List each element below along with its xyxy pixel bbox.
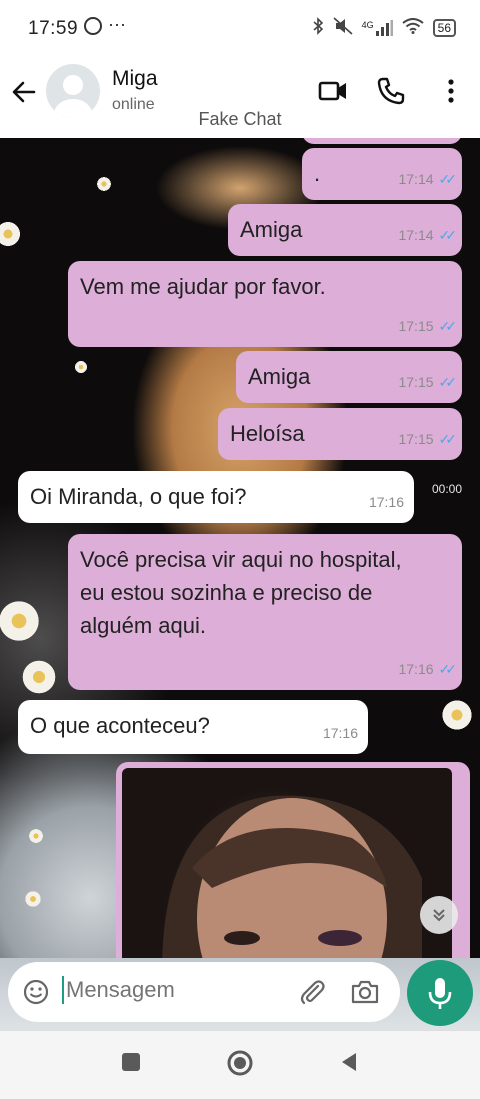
battery-icon: 56: [432, 18, 456, 37]
wallpaper-flower: [0, 220, 22, 248]
read-ticks-icon: ✓✓: [438, 661, 458, 677]
emoji-icon[interactable]: [22, 978, 50, 1006]
back-arrow-icon[interactable]: [10, 78, 38, 106]
wallpaper-flower: [0, 598, 42, 644]
message-meta: 17:16: [323, 717, 358, 750]
wallpaper-flower: [96, 176, 112, 192]
message-time: 17:15: [398, 431, 434, 447]
message-bubble-incoming[interactable]: O que aconteceu? 17:16: [18, 700, 368, 754]
message-meta: 17:15 ✓✓: [398, 423, 458, 456]
network-type: 4G: [361, 19, 374, 30]
message-meta: 17:15 ✓✓: [398, 366, 458, 399]
read-ticks-icon: ✓✓: [438, 227, 458, 243]
wallpaper-flower: [20, 658, 58, 696]
message-bubble-outgoing[interactable]: Amiga 17:14 ✓✓: [228, 204, 462, 256]
message-meta: 17:16 ✓✓: [398, 653, 458, 686]
message-bubble-outgoing[interactable]: Vem me ajudar por favor. 17:15 ✓✓: [68, 261, 462, 347]
camera-icon[interactable]: [350, 978, 380, 1006]
message-meta: 17:14 ✓✓: [398, 219, 458, 252]
wallpaper-flower: [440, 698, 474, 732]
image-message-bubble[interactable]: [116, 762, 470, 960]
message-time: 17:16: [368, 494, 404, 510]
signal-icon: 4G: [361, 19, 393, 36]
message-text: Amiga: [248, 364, 311, 389]
message-text: .: [314, 161, 321, 186]
message-text: Oi Miranda, o que foi?: [30, 484, 247, 509]
message-time: 17:14: [398, 227, 434, 243]
message-time: 17:15: [398, 374, 434, 390]
scroll-down-button[interactable]: [420, 896, 458, 934]
recents-button-icon[interactable]: [120, 1051, 142, 1073]
message-bubble-outgoing[interactable]: . 17:14 ✓✓: [302, 148, 462, 200]
double-chevron-down-icon: [433, 909, 445, 922]
system-nav-bar: [0, 1030, 480, 1099]
message-text: Você precisa vir aqui no hospital, eu es…: [80, 547, 402, 638]
status-time: 17:59: [28, 18, 79, 39]
message-composer: [8, 962, 400, 1022]
read-ticks-icon: ✓✓: [438, 171, 458, 187]
message-bubble-incoming[interactable]: Oi Miranda, o que foi? 17:16: [18, 471, 414, 523]
voice-message-button[interactable]: [407, 960, 473, 1026]
phone-call-icon[interactable]: [376, 76, 406, 106]
home-button-icon[interactable]: [226, 1049, 254, 1077]
status-more: ···: [108, 14, 126, 34]
message-time: 17:16: [322, 725, 358, 741]
contact-name[interactable]: Miga: [112, 67, 158, 91]
chat-area[interactable]: . 17:14 ✓✓ Amiga 17:14 ✓✓ Vem me ajudar po…: [0, 138, 480, 960]
message-text: Heloísa: [230, 421, 305, 446]
read-ticks-icon: ✓✓: [438, 318, 458, 334]
message-bubble-outgoing[interactable]: Amiga 17:15 ✓✓: [236, 351, 462, 403]
video-call-icon[interactable]: [318, 76, 348, 106]
message-meta: 17:15 ✓✓: [398, 310, 458, 343]
message-bubble-partial: [302, 138, 462, 144]
bluetooth-icon: [312, 17, 324, 38]
photo-content: [162, 795, 422, 960]
back-button-icon[interactable]: [338, 1051, 360, 1073]
wifi-icon: [402, 18, 424, 37]
more-options-icon[interactable]: [436, 76, 466, 106]
message-time: 17:15: [398, 318, 434, 334]
read-ticks-icon: ✓✓: [438, 374, 458, 390]
message-bubble-outgoing[interactable]: Você precisa vir aqui no hospital, eu es…: [68, 534, 462, 690]
fake-chat-watermark: Fake Chat: [198, 109, 282, 129]
message-text: Amiga: [240, 217, 303, 242]
wallpaper-flower: [24, 890, 42, 908]
wallpaper-flower: [74, 360, 88, 374]
message-text: O que aconteceu?: [30, 713, 210, 738]
message-time: 17:14: [398, 171, 434, 187]
wallpaper-flower: [28, 828, 44, 844]
photo-attachment[interactable]: [122, 768, 452, 960]
status-bar: 17:59 ··· 4G 56: [0, 0, 480, 58]
message-time: 17:16: [398, 661, 434, 677]
message-input[interactable]: [62, 976, 288, 1004]
message-text: Vem me ajudar por favor.: [80, 274, 326, 299]
message-meta: 17:16: [369, 486, 404, 519]
microphone-icon: [428, 978, 452, 1009]
floating-timestamp: 00:00: [432, 482, 463, 496]
mute-icon: [333, 17, 353, 38]
attach-icon[interactable]: [298, 978, 326, 1006]
whatsapp-icon: [84, 17, 102, 35]
message-bubble-outgoing[interactable]: Heloísa 17:15 ✓✓: [218, 408, 462, 460]
message-meta: 17:14 ✓✓: [398, 163, 458, 196]
read-ticks-icon: ✓✓: [438, 431, 458, 447]
